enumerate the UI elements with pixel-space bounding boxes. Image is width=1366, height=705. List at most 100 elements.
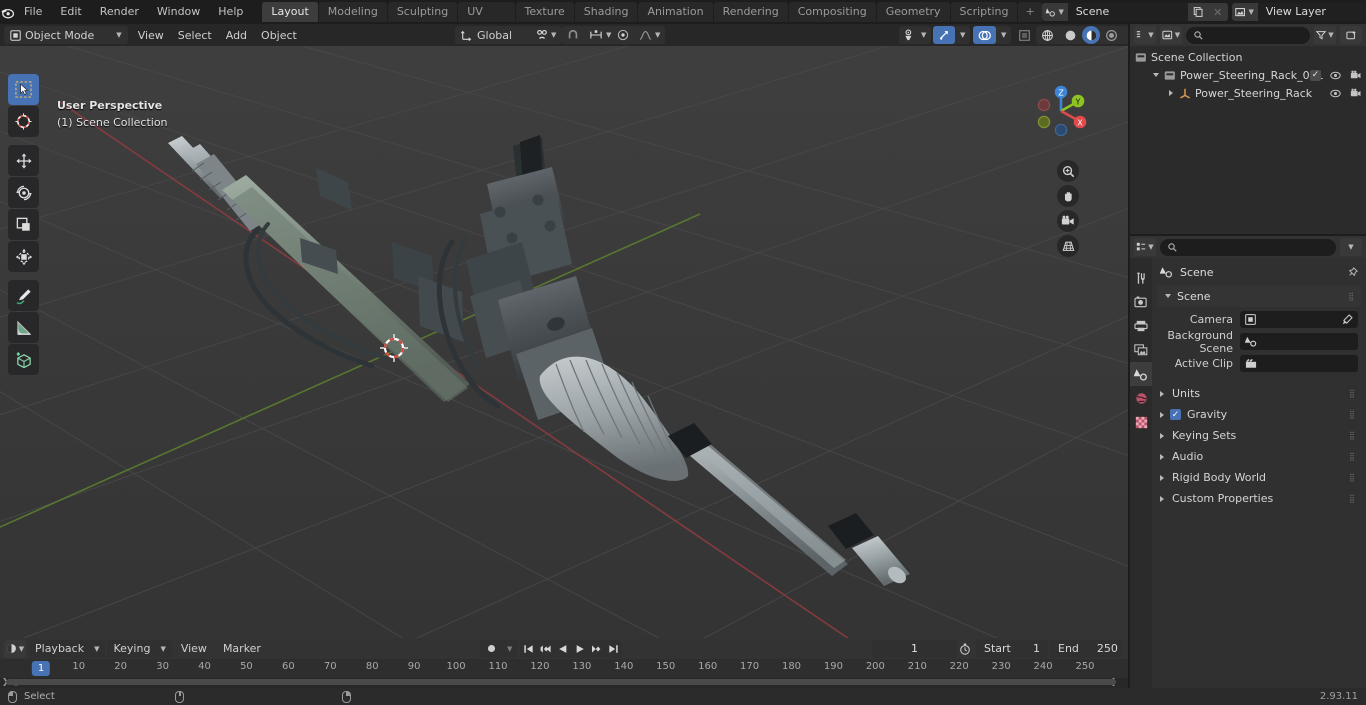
gizmo-options-chevron[interactable]: ▼ [955, 26, 970, 44]
auto-keying-chevron[interactable]: ▼ [502, 640, 517, 658]
stopwatch-icon[interactable] [955, 640, 975, 658]
viewport-menu-select[interactable]: Select [171, 26, 219, 44]
shading-options-chevron[interactable]: ▼ [1123, 26, 1128, 44]
workspace-tab-texture-paint[interactable]: Texture Paint [515, 2, 574, 38]
playback-transport[interactable] [520, 639, 622, 658]
properties-editor[interactable]: ▼ ▼ Scene Scene ⣿ Camera Background Scen… [1130, 236, 1366, 688]
section-expand-triangle[interactable] [1160, 453, 1164, 460]
outliner-checkbox[interactable]: ✓ [1310, 69, 1321, 81]
outliner-search-input[interactable] [1186, 26, 1310, 44]
viewport-menu-add[interactable]: Add [219, 26, 254, 44]
navigation-gizmo[interactable]: Z Y X [1029, 79, 1093, 143]
outliner-eye-icon[interactable] [1330, 89, 1341, 98]
property-section-rigid-body-world[interactable]: Rigid Body World ⣿ [1152, 467, 1366, 488]
menu-help[interactable]: Help [209, 3, 252, 21]
viewport-menu-view[interactable]: View [131, 26, 171, 44]
workspace-tab-layout[interactable]: Layout [262, 2, 318, 22]
outliner-eye-icon[interactable] [1330, 71, 1341, 80]
record-icon[interactable] [480, 640, 502, 658]
viewlayer-icon[interactable]: ▼ [1231, 3, 1258, 21]
viewlayer-name[interactable]: View Layer [1257, 3, 1366, 21]
solid-shading-icon[interactable] [1059, 26, 1082, 44]
properties-tab-tool[interactable] [1130, 266, 1152, 290]
falloff-curve-icon[interactable]: ▼ [634, 26, 665, 44]
workspace-tab-modeling[interactable]: Modeling [318, 2, 387, 22]
scene-selector[interactable]: ▼ Scene ✕ [1041, 3, 1228, 21]
visibility-dropdown[interactable]: ▼ [899, 26, 932, 44]
workspace-tab-compositing[interactable]: Compositing [788, 2, 876, 22]
eyedropper-icon[interactable] [1342, 314, 1353, 325]
property-value-field[interactable] [1240, 311, 1358, 328]
viewport-canvas[interactable] [0, 24, 1128, 638]
scene-panel-header[interactable]: Scene ⣿ [1157, 285, 1361, 307]
wireframe-shading-icon[interactable] [1036, 26, 1059, 44]
workspace-tab-rendering[interactable]: Rendering [713, 2, 788, 22]
3d-viewport[interactable]: Object Mode ▼ View Select Add Object Global… [0, 24, 1128, 638]
move-tool[interactable] [8, 145, 39, 176]
shading-mode-group[interactable]: ▼ [1036, 26, 1128, 44]
workspace-tab-animation[interactable]: Animation [638, 2, 713, 22]
outliner-expand-toggle[interactable] [1165, 90, 1176, 96]
menu-file[interactable]: File [15, 3, 51, 21]
add-cube-tool[interactable] [8, 344, 39, 375]
section-expand-triangle[interactable] [1160, 411, 1164, 418]
overlays-toggle-group[interactable]: ▼ [973, 26, 1012, 44]
timeline-playhead[interactable]: 1 [31, 661, 51, 676]
new-scene-icon[interactable] [1187, 3, 1208, 21]
section-checkbox[interactable]: ✓ [1170, 409, 1181, 420]
blender-logo-icon[interactable] [0, 0, 15, 24]
end-frame-field[interactable]: End 250 [1050, 639, 1122, 658]
transform-tool[interactable] [8, 241, 39, 272]
xray-icon[interactable] [1013, 26, 1036, 44]
unlink-scene-icon[interactable]: ✕ [1207, 3, 1228, 21]
proportional-edit-icon[interactable] [612, 26, 634, 44]
viewport-menu-object[interactable]: Object [254, 26, 304, 44]
property-section-keying-sets[interactable]: Keying Sets ⣿ [1152, 425, 1366, 446]
cursor-tool[interactable] [8, 106, 39, 137]
rotate-tool[interactable] [8, 177, 39, 208]
timeline-menu-marker[interactable]: Marker [216, 640, 268, 658]
outliner-item-power_steering_rack[interactable]: Power_Steering_Rack [1130, 84, 1366, 102]
play-reverse-icon[interactable] [554, 640, 571, 658]
timeline-menu-keying[interactable]: Keying ▼ [107, 639, 172, 658]
current-frame-field[interactable]: 1 [872, 639, 957, 658]
start-frame-field[interactable]: Start 1 [976, 639, 1048, 658]
interaction-mode-dropdown[interactable]: Object Mode ▼ [4, 26, 128, 44]
timeline-horizontal-scrollbar[interactable] [6, 679, 1116, 685]
scene-name[interactable]: Scene [1067, 3, 1188, 21]
grid-perspective-icon[interactable] [1057, 235, 1079, 257]
section-expand-triangle[interactable] [1160, 390, 1164, 397]
snap-toggle[interactable]: ▼ [530, 26, 563, 44]
show-gizmo-icon[interactable] [933, 26, 955, 44]
pin-icon[interactable] [1347, 266, 1358, 278]
properties-search-input[interactable] [1160, 238, 1336, 256]
measure-tool[interactable] [8, 312, 39, 343]
properties-tab-render[interactable] [1130, 290, 1152, 314]
jump-end-icon[interactable] [605, 640, 622, 658]
timeline-menu-playback[interactable]: Playback ▼ [29, 639, 106, 658]
properties-editor-type-icon[interactable]: ▼ [1134, 238, 1156, 256]
add-workspace-button[interactable]: + [1018, 2, 1042, 22]
auto-keying-group[interactable]: ▼ [480, 639, 518, 658]
timeline-scrubber[interactable]: 10 20 30 40 50 60 70 80 90 100 110 120 130 140 150 160 1… [0, 659, 1128, 678]
section-expand-triangle[interactable] [1160, 495, 1164, 502]
property-section-audio[interactable]: Audio ⣿ [1152, 446, 1366, 467]
rendered-shading-icon[interactable] [1100, 26, 1123, 44]
object-visibility-icon[interactable]: ▼ [899, 26, 931, 44]
material-shading-icon[interactable] [1082, 26, 1100, 44]
tweak-tool[interactable] [8, 74, 39, 105]
outliner-display-mode-icon[interactable]: ▼ [1160, 26, 1182, 44]
workspace-tab-sculpting[interactable]: Sculpting [387, 2, 458, 22]
workspace-tab-geometry-nodes[interactable]: Geometry Nodes [876, 2, 950, 38]
camera-icon[interactable] [1057, 210, 1079, 232]
property-section-custom-properties[interactable]: Custom Properties ⣿ [1152, 488, 1366, 509]
workspace-tab-shading[interactable]: Shading [574, 2, 638, 22]
snap-settings-group[interactable]: ▼ [562, 26, 617, 44]
properties-tab-world[interactable] [1130, 386, 1152, 410]
next-keyframe-icon[interactable] [588, 640, 605, 658]
workspace-tab-uv-editing[interactable]: UV Editing [458, 2, 515, 38]
outliner-camera-icon[interactable] [1350, 88, 1361, 98]
properties-tab-output[interactable] [1130, 314, 1152, 338]
outliner-camera-icon[interactable] [1350, 70, 1361, 80]
section-expand-triangle[interactable] [1160, 432, 1164, 439]
